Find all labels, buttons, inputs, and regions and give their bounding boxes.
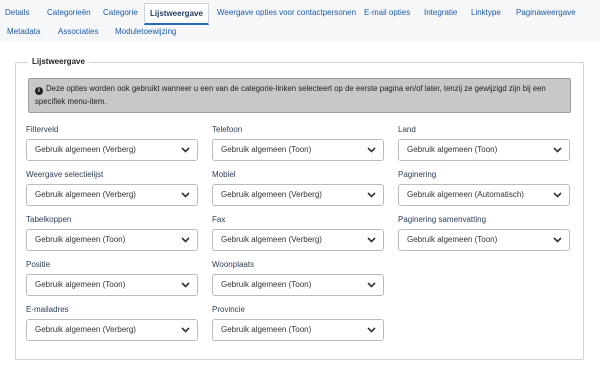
select-value: Gebruik algemeen (Toon) — [35, 235, 126, 244]
chevron-down-icon — [181, 147, 190, 153]
paginering-samenvatting-select[interactable]: Gebruik algemeen (Toon) — [398, 229, 570, 251]
tab-associaties[interactable]: Associaties — [58, 22, 98, 42]
field-weergave-selectielijst: Weergave selectielijst Gebruik algemeen … — [26, 169, 198, 206]
chevron-down-icon — [181, 237, 190, 243]
select-value: Gebruik algemeen (Automatisch) — [407, 190, 524, 199]
emailadres-select[interactable]: Gebruik algemeen (Verberg) — [26, 319, 198, 341]
field-label: Provincie — [212, 305, 245, 314]
info-alert: i Deze opties worden ook gebruikt wanneer… — [28, 78, 571, 113]
field-label: Filterveld — [26, 125, 59, 134]
field-paginering-samenvatting: Paginering samenvatting Gebruik algemeen… — [398, 214, 570, 251]
chevron-down-icon — [181, 327, 190, 333]
select-value: Gebruik algemeen (Verberg) — [35, 145, 136, 154]
field-fax: Fax Gebruik algemeen (Verberg) — [212, 214, 384, 251]
tab-email-opties[interactable]: E-mail opties — [364, 3, 410, 23]
tab-content: Lijstweergave i Deze opties worden ook ge… — [0, 42, 600, 374]
field-emailadres: E-mailadres Gebruik algemeen (Verberg) — [26, 304, 198, 341]
chevron-down-icon — [553, 237, 562, 243]
tab-linktype[interactable]: Linktype — [471, 3, 501, 23]
positie-select[interactable]: Gebruik algemeen (Toon) — [26, 274, 198, 296]
tabelkoppen-select[interactable]: Gebruik algemeen (Toon) — [26, 229, 198, 251]
select-value: Gebruik algemeen (Verberg) — [35, 325, 136, 334]
telefoon-select[interactable]: Gebruik algemeen (Toon) — [212, 139, 384, 161]
tab-bar: Details Categorieën Categorie Lijstweerg… — [0, 0, 600, 42]
field-label: Weergave selectielijst — [26, 170, 104, 179]
field-label: Telefoon — [212, 125, 243, 134]
chevron-down-icon — [367, 147, 376, 153]
tab-integratie[interactable]: Integratie — [424, 3, 457, 23]
fax-select[interactable]: Gebruik algemeen (Verberg) — [212, 229, 384, 251]
field-label: E-mailadres — [26, 305, 69, 314]
field-label: Land — [398, 125, 416, 134]
select-value: Gebruik algemeen (Toon) — [221, 145, 312, 154]
select-value: Gebruik algemeen (Toon) — [407, 145, 498, 154]
chevron-down-icon — [181, 282, 190, 288]
tab-metadata[interactable]: Metadata — [7, 22, 40, 42]
tab-moduletoewijzing[interactable]: Moduletoewijzing — [115, 22, 176, 42]
tab-details[interactable]: Details — [5, 3, 29, 23]
select-value: Gebruik algemeen (Verberg) — [221, 190, 322, 199]
chevron-down-icon — [553, 147, 562, 153]
fieldset-legend: Lijstweergave — [28, 57, 89, 66]
field-provincie: Provincie Gebruik algemeen (Toon) — [212, 304, 384, 341]
tab-categorie[interactable]: Categorie — [103, 3, 138, 23]
provincie-select[interactable]: Gebruik algemeen (Toon) — [212, 319, 384, 341]
paginering-select[interactable]: Gebruik algemeen (Automatisch) — [398, 184, 570, 206]
land-select[interactable]: Gebruik algemeen (Toon) — [398, 139, 570, 161]
field-mobiel: Mobiel Gebruik algemeen (Verberg) — [212, 169, 384, 206]
select-value: Gebruik algemeen (Toon) — [221, 280, 312, 289]
info-circle-icon: i — [35, 87, 43, 95]
tab-paginaweergave[interactable]: Paginaweergave — [516, 3, 576, 23]
field-label: Positie — [26, 260, 51, 269]
chevron-down-icon — [553, 192, 562, 198]
chevron-down-icon — [367, 327, 376, 333]
field-label: Paginering — [398, 170, 437, 179]
weergave-selectielijst-select[interactable]: Gebruik algemeen (Verberg) — [26, 184, 198, 206]
tab-categorieen[interactable]: Categorieën — [47, 3, 91, 23]
field-label: Mobiel — [212, 170, 236, 179]
chevron-down-icon — [367, 282, 376, 288]
chevron-down-icon — [367, 192, 376, 198]
tab-weergave-opties-contactpersonen[interactable]: Weergave opties voor contactpersonen — [217, 3, 356, 23]
filterveld-select[interactable]: Gebruik algemeen (Verberg) — [26, 139, 198, 161]
select-value: Gebruik algemeen (Toon) — [407, 235, 498, 244]
field-land: Land Gebruik algemeen (Toon) — [398, 124, 570, 161]
field-label: Tabelkoppen — [26, 215, 72, 224]
field-filterveld: Filterveld Gebruik algemeen (Verberg) — [26, 124, 198, 161]
field-label: Woonplaats — [212, 260, 255, 269]
field-label: Fax — [212, 215, 226, 224]
woonplaats-select[interactable]: Gebruik algemeen (Toon) — [212, 274, 384, 296]
field-positie: Positie Gebruik algemeen (Toon) — [26, 259, 198, 296]
chevron-down-icon — [181, 192, 190, 198]
select-value: Gebruik algemeen (Verberg) — [35, 190, 136, 199]
select-value: Gebruik algemeen (Verberg) — [221, 235, 322, 244]
field-telefoon: Telefoon Gebruik algemeen (Toon) — [212, 124, 384, 161]
info-alert-text: Deze opties worden ook gebruikt wanneer … — [35, 84, 546, 106]
field-woonplaats: Woonplaats Gebruik algemeen (Toon) — [212, 259, 384, 296]
select-value: Gebruik algemeen (Toon) — [221, 325, 312, 334]
chevron-down-icon — [367, 237, 376, 243]
field-tabelkoppen: Tabelkoppen Gebruik algemeen (Toon) — [26, 214, 198, 251]
field-label: Paginering samenvatting — [398, 215, 487, 224]
field-paginering: Paginering Gebruik algemeen (Automatisch… — [398, 169, 570, 206]
select-value: Gebruik algemeen (Toon) — [35, 280, 126, 289]
mobiel-select[interactable]: Gebruik algemeen (Verberg) — [212, 184, 384, 206]
